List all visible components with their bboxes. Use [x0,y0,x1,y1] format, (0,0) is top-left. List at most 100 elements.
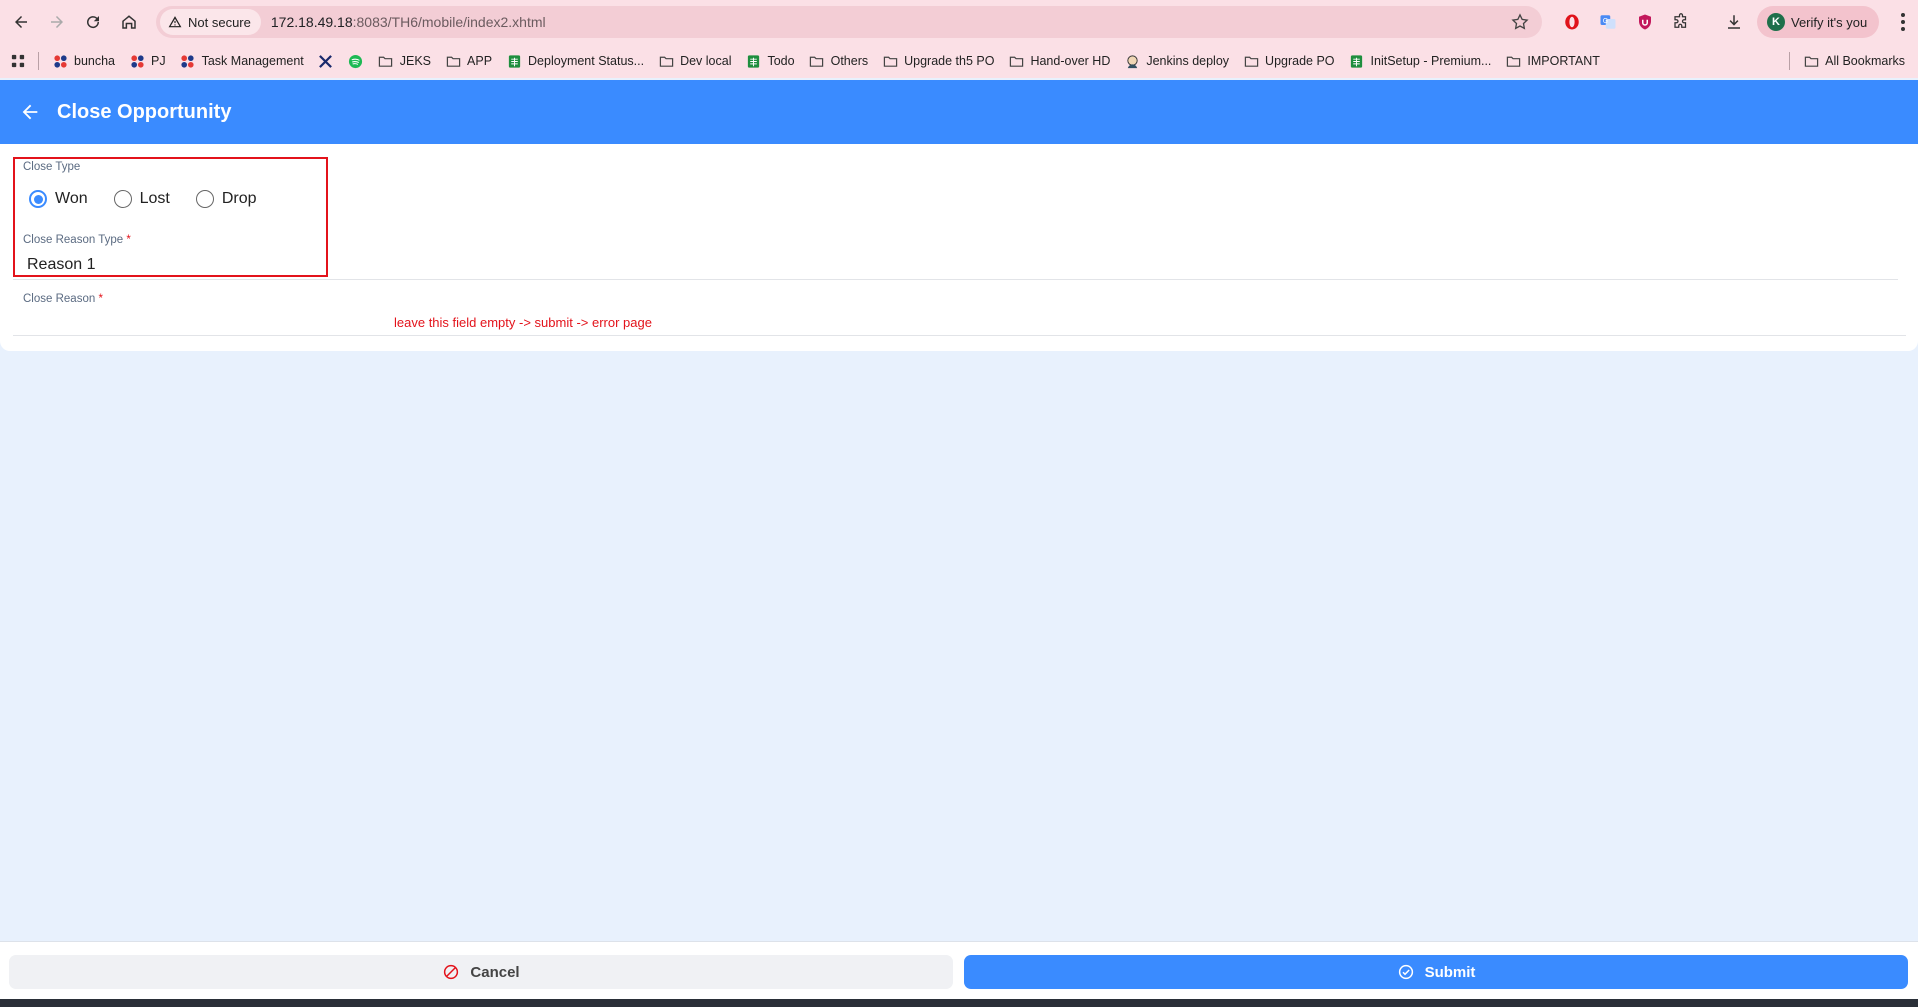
puzzle-extension-icon[interactable] [1670,11,1692,33]
folder-icon [1505,53,1521,69]
bookmark-item[interactable] [311,48,341,74]
bookmark-label: Others [830,54,869,68]
bookmark-label: PJ [151,54,166,68]
apps-grid-icon [11,54,25,68]
bookmark-item[interactable]: JEKS [371,48,438,74]
bookmark-label: JEKS [399,54,432,68]
address-bar[interactable]: Not secure 172.18.49.18:8083/TH6/mobile/… [156,6,1542,38]
radio-drop-dot[interactable] [195,190,214,208]
bookmark-label: Jenkins deploy [1146,54,1230,68]
browser-toolbar: Not secure 172.18.49.18:8083/TH6/mobile/… [0,0,1918,44]
header-back-button[interactable] [16,98,44,126]
profile-chip[interactable]: K Verify it's you [1757,6,1879,38]
bookmark-item[interactable]: Todo [738,48,801,74]
more-menu-icon[interactable] [1893,11,1913,33]
url-text: 172.18.49.18:8083/TH6/mobile/index2.xhtm… [271,14,546,30]
folder-icon [882,53,898,69]
required-mark: * [98,293,103,305]
back-button[interactable] [3,4,39,40]
bookmark-separator [38,52,39,70]
bookmark-label: IMPORTANT [1527,54,1600,68]
bookmark-item[interactable]: APP [438,48,499,74]
folder-icon [378,53,394,69]
submit-button[interactable]: Submit [964,955,1908,989]
bottom-action-bar: Cancel Submit [0,941,1918,999]
bookmark-item[interactable]: Hand-over HD [1001,48,1117,74]
radio-won[interactable]: Won [29,190,88,208]
jenkins-icon [1124,53,1140,69]
home-button[interactable] [111,4,147,40]
input-underline [13,335,1906,336]
spotify-icon [348,53,364,69]
security-label: Not secure [188,14,251,30]
close-reason-type-label-text: Close Reason Type [23,234,124,246]
folder-icon [445,53,461,69]
translate-extension-icon[interactable]: G [1597,11,1619,33]
radio-lost-label: Lost [139,190,170,207]
folder-icon [809,53,825,69]
sheet-icon [745,53,761,69]
radio-drop[interactable]: Drop [195,190,257,208]
bookmark-item[interactable]: Upgrade th5 PO [875,48,1001,74]
bookmark-label: Upgrade PO [1265,54,1335,68]
folder-icon [1008,53,1024,69]
required-mark: * [126,234,131,246]
url-host: 172.18.49.18 [270,14,353,30]
forward-button[interactable] [39,4,75,40]
bookmark-star-icon[interactable] [1510,12,1530,32]
bookmark-item[interactable]: IMPORTANT [1498,48,1606,74]
arrow-left-icon [22,104,38,120]
bookmark-item[interactable]: PJ [122,48,173,74]
bookmark-item[interactable]: buncha [45,48,122,74]
bookmark-label: Upgrade th5 PO [904,54,995,68]
svg-text:G: G [1603,17,1608,25]
opera-extension-icon[interactable] [1561,11,1583,33]
apps-button[interactable] [0,48,32,74]
bookmark-item[interactable]: Dev local [651,48,738,74]
folder-icon [1243,53,1259,69]
all-bookmarks-label: All Bookmarks [1825,54,1905,68]
annotation-note: leave this field empty -> submit -> erro… [394,315,652,330]
sheet-icon [1349,53,1365,69]
radio-won-dot[interactable] [29,190,47,208]
arrow-right-icon [51,16,63,28]
bookmarks-bar: buncha PJ Task Management JEKS APP Deployment… [0,44,1918,78]
sheet-icon [506,53,522,69]
bookmark-item[interactable] [341,48,371,74]
security-chip[interactable]: Not secure [160,9,261,35]
all-bookmarks-button[interactable]: All Bookmarks [1796,48,1918,74]
bookmark-label: Hand-over HD [1030,54,1111,68]
bookmark-item[interactable]: Task Management [173,48,311,74]
radio-lost-dot[interactable] [113,190,132,208]
close-reason-label-text: Close Reason [23,293,96,305]
close-type-radio-group: Won Lost Drop [29,190,283,208]
tool-icon [318,53,334,69]
bookmark-list: buncha PJ Task Management JEKS APP Deployment… [45,48,1607,74]
submit-label: Submit [1424,963,1476,981]
avatar: K [1767,13,1785,31]
bookmark-label: Dev local [680,54,732,68]
radio-lost[interactable]: Lost [113,190,170,208]
close-reason-type-select[interactable]: Reason 1 [27,256,96,274]
bookmark-item[interactable]: Upgrade PO [1236,48,1341,74]
bookmark-item[interactable]: Jenkins deploy [1117,48,1236,74]
bookmark-label: buncha [74,54,116,68]
url-path: :8083/TH6/mobile/index2.xhtml [352,14,546,30]
bookmark-item[interactable]: Others [802,48,876,74]
bookmark-separator [1789,52,1791,70]
bookmark-item[interactable]: InitSetup - Premium... [1342,48,1499,74]
download-icon[interactable] [1723,11,1745,33]
cancel-button[interactable]: Cancel [9,955,953,989]
reload-button[interactable] [75,4,111,40]
folder-icon [658,53,674,69]
check-circle-icon [1398,964,1413,980]
bookmark-label: Deployment Status... [528,54,645,68]
close-reason-input[interactable] [22,306,382,332]
cancel-icon [444,964,459,980]
shield-extension-icon[interactable] [1634,11,1656,33]
colored-dots-icon [180,53,196,69]
bookmark-item[interactable]: Deployment Status... [499,48,651,74]
reload-icon [87,16,100,29]
bookmark-label: Task Management [201,54,304,68]
cancel-label: Cancel [470,963,520,981]
